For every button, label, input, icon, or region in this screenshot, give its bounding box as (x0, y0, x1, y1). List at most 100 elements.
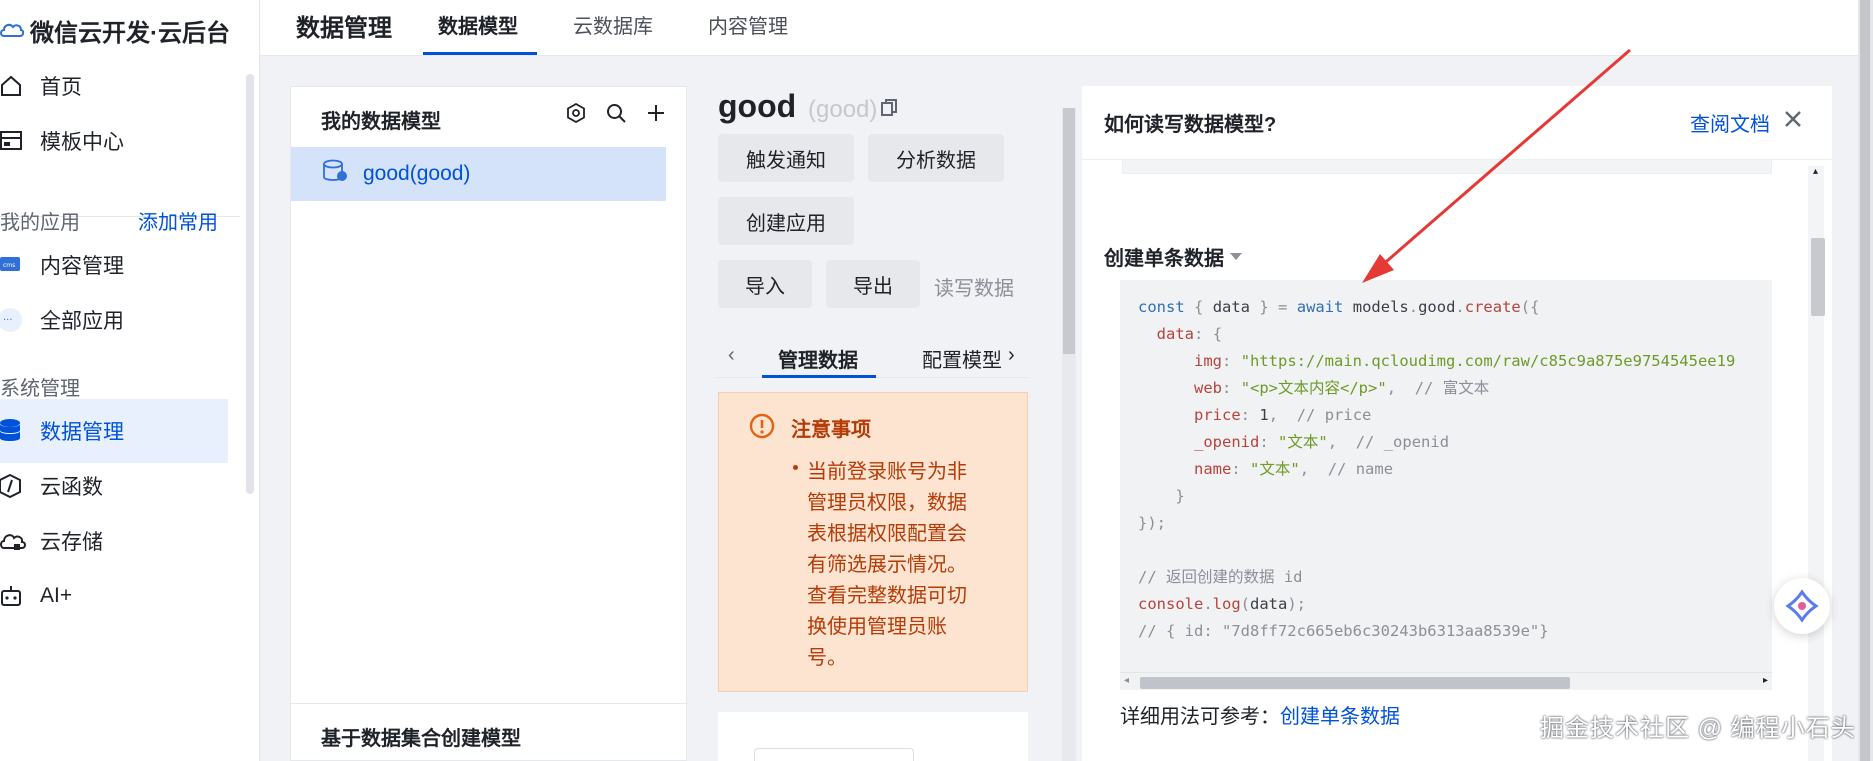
model-item-label: good(good) (363, 162, 471, 185)
brand[interactable]: 微信云开发·云后台 (0, 8, 230, 52)
sidebar: 微信云开发·云后台 首页 模板中心 我的应用 添加常用 cms 内容管理 ···… (0, 0, 260, 761)
sidebar-item-label: 内容管理 (40, 255, 124, 278)
sidebar-item-ai[interactable]: AI+ (0, 564, 228, 628)
active-subtab-indicator (762, 375, 876, 378)
model-name: good (718, 88, 797, 124)
previous-code-block-edge (1122, 160, 1772, 174)
cms-icon: cms (0, 250, 40, 280)
database-icon (0, 416, 40, 446)
scroll-left-icon[interactable]: ◂ (1124, 675, 1129, 686)
model-db-icon (323, 159, 349, 189)
tab-content-mgmt[interactable]: 内容管理 (708, 10, 788, 39)
detail-card-field (754, 748, 914, 761)
scroll-up-icon[interactable]: ▴ (1813, 166, 1818, 177)
code-return-comment: // 返回创建的数据 id (1138, 568, 1303, 586)
tab-config-model[interactable]: 配置模型 (922, 344, 1002, 373)
docs-scrollbar-thumb[interactable] (1811, 238, 1825, 316)
create-from-collection[interactable]: 基于数据集合创建模型 (291, 703, 688, 761)
model-detail: good (good) 触发通知 分析数据 创建应用 导入 导出 读写数据 ‹ … (716, 86, 1036, 761)
assistant-fab[interactable] (1774, 578, 1830, 634)
search-icon[interactable] (604, 101, 628, 125)
code-price-comment: // price (1296, 406, 1372, 424)
code-openid-value: "文本" (1278, 433, 1328, 451)
add-common-link[interactable]: 添加常用 (138, 206, 218, 235)
analyze-data-button[interactable]: 分析数据 (868, 134, 1004, 182)
docs-title: 如何读写数据模型? (1104, 114, 1277, 136)
sidebar-item-label: AI+ (40, 584, 73, 607)
notice-title: 注意事项 (791, 419, 871, 441)
copy-icon[interactable] (881, 96, 898, 124)
svg-text:cms: cms (3, 262, 15, 269)
sidebar-item-label: 云存储 (40, 531, 103, 554)
code-name-value: "文本" (1250, 460, 1300, 478)
warning-icon (749, 413, 775, 444)
sidebar-item-all-apps[interactable]: ··· 全部应用 (0, 288, 228, 352)
bullet (793, 465, 798, 470)
tab-data-model[interactable]: 数据模型 (438, 10, 518, 39)
view-docs-link[interactable]: 查阅文档 (1690, 108, 1770, 137)
models-title: 我的数据模型 (321, 111, 441, 133)
settings-icon[interactable] (564, 101, 588, 125)
scroll-right-icon[interactable]: ▸ (1763, 675, 1768, 686)
code-result-comment: // { id: "7d8ff72c665eb6c30243b6313aa853… (1138, 622, 1549, 640)
page-title: 数据管理 (296, 15, 392, 42)
sidebar-item-label: 全部应用 (40, 310, 124, 333)
more-icon: ··· (0, 305, 40, 335)
code-web-value: "<p>文本内容</p>" (1240, 379, 1387, 397)
sidebar-scrollbar[interactable] (246, 74, 254, 494)
sidebar-item-label: 模板中心 (40, 131, 124, 154)
function-icon (0, 471, 40, 501)
active-tab-indicator (423, 52, 537, 55)
models-toolbar (564, 101, 668, 125)
section-create-single[interactable]: 创建单条数据 (1104, 242, 1242, 271)
top-nav: 数据管理 数据模型 云数据库 内容管理 (260, 0, 1860, 56)
home-icon (0, 71, 40, 101)
close-icon[interactable] (1784, 110, 1802, 133)
docs-panel: 如何读写数据模型? 查阅文档 创建单条数据 const { data } = a… (1082, 86, 1832, 761)
code-block: const { data } = await models.good.creat… (1120, 280, 1772, 690)
docs-reference: 详细用法可参考：创建单条数据 (1120, 700, 1400, 729)
code-web-comment: // 富文本 (1414, 379, 1490, 397)
my-apps-heading: 我的应用 (0, 212, 80, 234)
robot-icon (0, 581, 40, 611)
create-app-button[interactable]: 创建应用 (718, 197, 854, 245)
reference-link[interactable]: 创建单条数据 (1280, 706, 1400, 728)
tab-cloud-db[interactable]: 云数据库 (573, 10, 653, 39)
export-button[interactable]: 导出 (826, 260, 920, 308)
template-icon (0, 126, 40, 156)
code-horizontal-scrollbar[interactable]: ◂ ▸ (1120, 672, 1772, 690)
code-img-value: "https://main.qcloudimg.com/raw/c85c9a87… (1240, 352, 1736, 370)
detail-tabs: ‹ 管理数据 配置模型 › (716, 338, 1028, 378)
chevron-right-icon[interactable]: › (1008, 344, 1015, 367)
read-write-data-button[interactable]: 读写数据 (934, 272, 1014, 301)
import-button[interactable]: 导入 (718, 260, 812, 308)
chevron-left-icon[interactable]: ‹ (728, 344, 735, 367)
add-icon[interactable] (644, 101, 668, 125)
svg-text:···: ··· (3, 315, 13, 326)
cloud-logo-icon (0, 23, 24, 37)
reference-prefix: 详细用法可参考： (1120, 706, 1280, 728)
watermark: 掘金技术社区 @ 编程小石头 (1540, 715, 1856, 742)
models-panel: 我的数据模型 good(good) 基于数据集合创建模型 (290, 86, 688, 761)
trigger-notification-button[interactable]: 触发通知 (718, 134, 854, 182)
sidebar-item-label: 云函数 (40, 476, 103, 499)
code-scroll-thumb[interactable] (1140, 677, 1570, 689)
brand-title: 微信云开发·云后台 (30, 19, 230, 47)
section-title: 创建单条数据 (1104, 248, 1224, 270)
model-identifier-text: (good) (808, 96, 878, 123)
middle-scrollbar-thumb[interactable] (1063, 108, 1075, 354)
model-identifier: (good) (808, 96, 898, 124)
docs-header: 如何读写数据模型? 查阅文档 (1082, 86, 1832, 160)
sidebar-item-label: 数据管理 (40, 421, 124, 444)
caret-down-icon (1230, 253, 1242, 260)
code-content: const { data } = await models.good.creat… (1138, 298, 1736, 640)
sidebar-item-templates[interactable]: 模板中心 (0, 109, 228, 173)
cloud-storage-icon (0, 526, 40, 556)
sidebar-item-label: 首页 (40, 76, 82, 99)
notice-text: 当前登录账号为非管理员权限，数据表根据权限配置会有筛选展示情况。 查看完整数据可… (807, 461, 967, 669)
detail-card (718, 712, 1028, 761)
model-list-item[interactable]: good(good) (291, 147, 666, 201)
page-scrollbar-thumb[interactable] (1860, 0, 1870, 761)
code-name-comment: // name (1327, 460, 1394, 478)
tab-manage-data[interactable]: 管理数据 (778, 344, 858, 373)
